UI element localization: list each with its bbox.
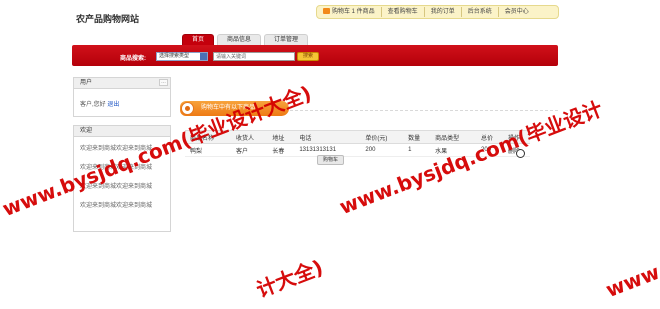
watermark-text: www.: [602, 257, 660, 302]
welcome-line: 欢迎来到商城欢迎来到商城: [74, 156, 170, 175]
cell-address: 长春: [267, 144, 294, 157]
watermark-text: 计大全): [252, 251, 327, 303]
welcome-line: 欢迎来到商城欢迎来到商城: [74, 194, 170, 213]
column-header: 商品名称: [185, 131, 231, 144]
main-nav-tabs: 首页 商品信息 订单管理: [182, 34, 308, 45]
cart-table: 商品名称 收货人 地址 电话 单价(元) 数量 商品类型 总价 操作 鸭梨 客户…: [185, 130, 530, 157]
tab-orders[interactable]: 订单管理: [264, 34, 308, 45]
table-row: 鸭梨 客户 长春 13131313131 200 1 水果 200 删除: [185, 144, 530, 157]
search-type-select[interactable]: 选择搜索类型: [156, 52, 208, 61]
search-input[interactable]: [213, 52, 295, 61]
view-cart-link[interactable]: 查看购物车: [382, 7, 425, 17]
cart-notice-icon: [181, 102, 194, 115]
member-center-link[interactable]: 会员中心: [499, 7, 535, 17]
welcome-panel-title: 欢迎: [80, 128, 92, 134]
cell-product-name: 鸭梨: [185, 144, 231, 157]
tab-products[interactable]: 商品信息: [217, 34, 261, 45]
greeting-text: 客户,您好: [80, 102, 106, 108]
top-links-bar: 购物车 1 件商品 查看购物车 我的订单 后台系统 会员中心: [316, 5, 559, 19]
cart-icon: [323, 8, 330, 14]
column-header: 电话: [294, 131, 360, 144]
welcome-panel-header: 欢迎: [74, 126, 170, 137]
cell-unit-price: 200: [360, 144, 403, 157]
column-header: 地址: [267, 131, 294, 144]
column-header: 数量: [403, 131, 430, 144]
logout-link[interactable]: 退出: [107, 102, 119, 108]
column-header: 总价: [476, 131, 503, 144]
welcome-line: 欢迎来到商城欢迎来到商城: [74, 175, 170, 194]
column-header: 商品类型: [430, 131, 476, 144]
admin-link[interactable]: 后台系统: [462, 7, 499, 17]
cell-receiver: 客户: [231, 144, 267, 157]
column-header: 操作: [503, 131, 530, 144]
cart-summary-label: 购物车 1 件商品: [332, 9, 375, 15]
search-label: 商品搜索:: [120, 53, 146, 62]
table-header-row: 商品名称 收货人 地址 电话 单价(元) 数量 商品类型 总价 操作: [185, 131, 530, 144]
search-type-value: 选择搜索类型: [159, 53, 189, 59]
welcome-panel: 欢迎 欢迎来到商城欢迎来到商城 欢迎来到商城欢迎来到商城 欢迎来到商城欢迎来到商…: [73, 125, 171, 232]
chevron-down-icon: [200, 53, 207, 60]
search-button[interactable]: 搜索: [297, 52, 319, 61]
column-header: 单价(元): [360, 131, 403, 144]
column-header: 收货人: [231, 131, 267, 144]
user-panel-title: 用户: [80, 80, 92, 86]
more-icon[interactable]: …: [159, 79, 168, 86]
divider: [290, 110, 558, 111]
cart-notice-banner: 购物车中有以下商品: [180, 101, 289, 116]
cell-total: 200: [476, 144, 503, 157]
cart-summary-link[interactable]: 购物车 1 件商品: [317, 7, 382, 17]
welcome-line: 欢迎来到商城欢迎来到商城: [74, 137, 170, 156]
site-title: 农产品购物网站: [76, 12, 139, 25]
user-panel-header: 用户 …: [74, 78, 170, 89]
cell-category: 水果: [430, 144, 476, 157]
cell-quantity: 1: [403, 144, 430, 157]
cart-button[interactable]: 购物车: [317, 155, 344, 165]
my-orders-link[interactable]: 我的订单: [425, 7, 462, 17]
tab-home[interactable]: 首页: [182, 34, 214, 45]
user-greeting: 客户,您好 退出: [74, 89, 170, 118]
busy-cursor-icon: [516, 149, 525, 158]
user-panel: 用户 … 客户,您好 退出: [73, 77, 171, 117]
